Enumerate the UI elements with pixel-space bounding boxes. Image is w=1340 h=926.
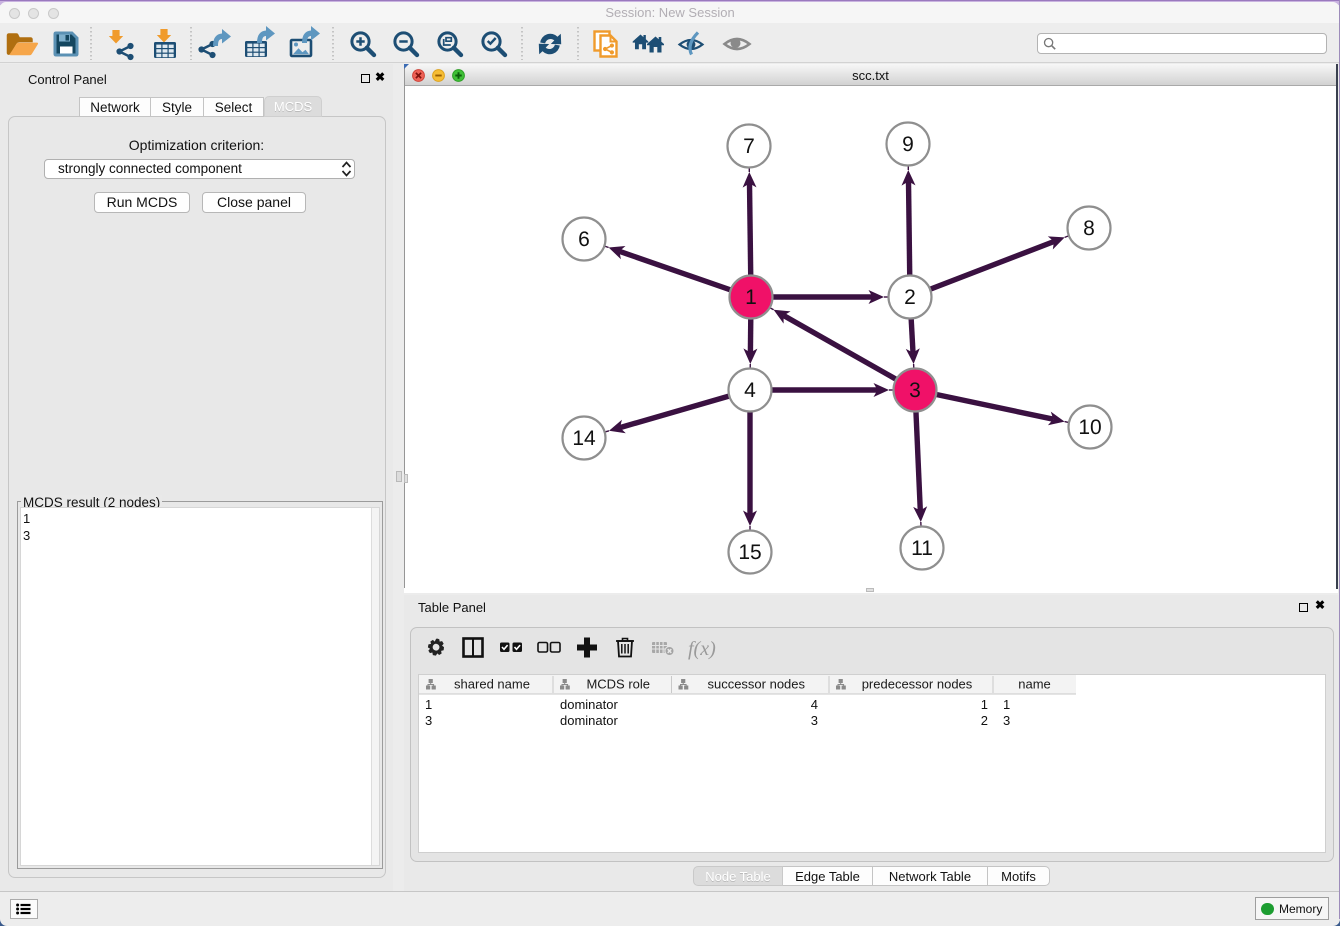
svg-text:8: 8 <box>1083 217 1095 240</box>
svg-text:9: 9 <box>902 133 914 156</box>
svg-text:15: 15 <box>738 541 761 564</box>
svg-text:10: 10 <box>1078 416 1101 439</box>
svg-text:1: 1 <box>745 286 757 309</box>
svg-text:7: 7 <box>743 135 755 158</box>
svg-text:3: 3 <box>909 379 921 402</box>
svg-text:f(x): f(x) <box>688 638 716 660</box>
svg-text:shared name: shared name <box>454 677 530 692</box>
svg-text:4: 4 <box>744 379 756 402</box>
svg-text:14: 14 <box>572 427 596 450</box>
svg-text:MCDS role: MCDS role <box>586 677 650 692</box>
svg-text:6: 6 <box>578 228 590 251</box>
svg-text:predecessor nodes: predecessor nodes <box>862 677 973 692</box>
svg-text:name: name <box>1018 677 1051 692</box>
svg-text:successor nodes: successor nodes <box>707 677 805 692</box>
svg-text:11: 11 <box>911 537 933 560</box>
svg-text:2: 2 <box>904 286 916 309</box>
